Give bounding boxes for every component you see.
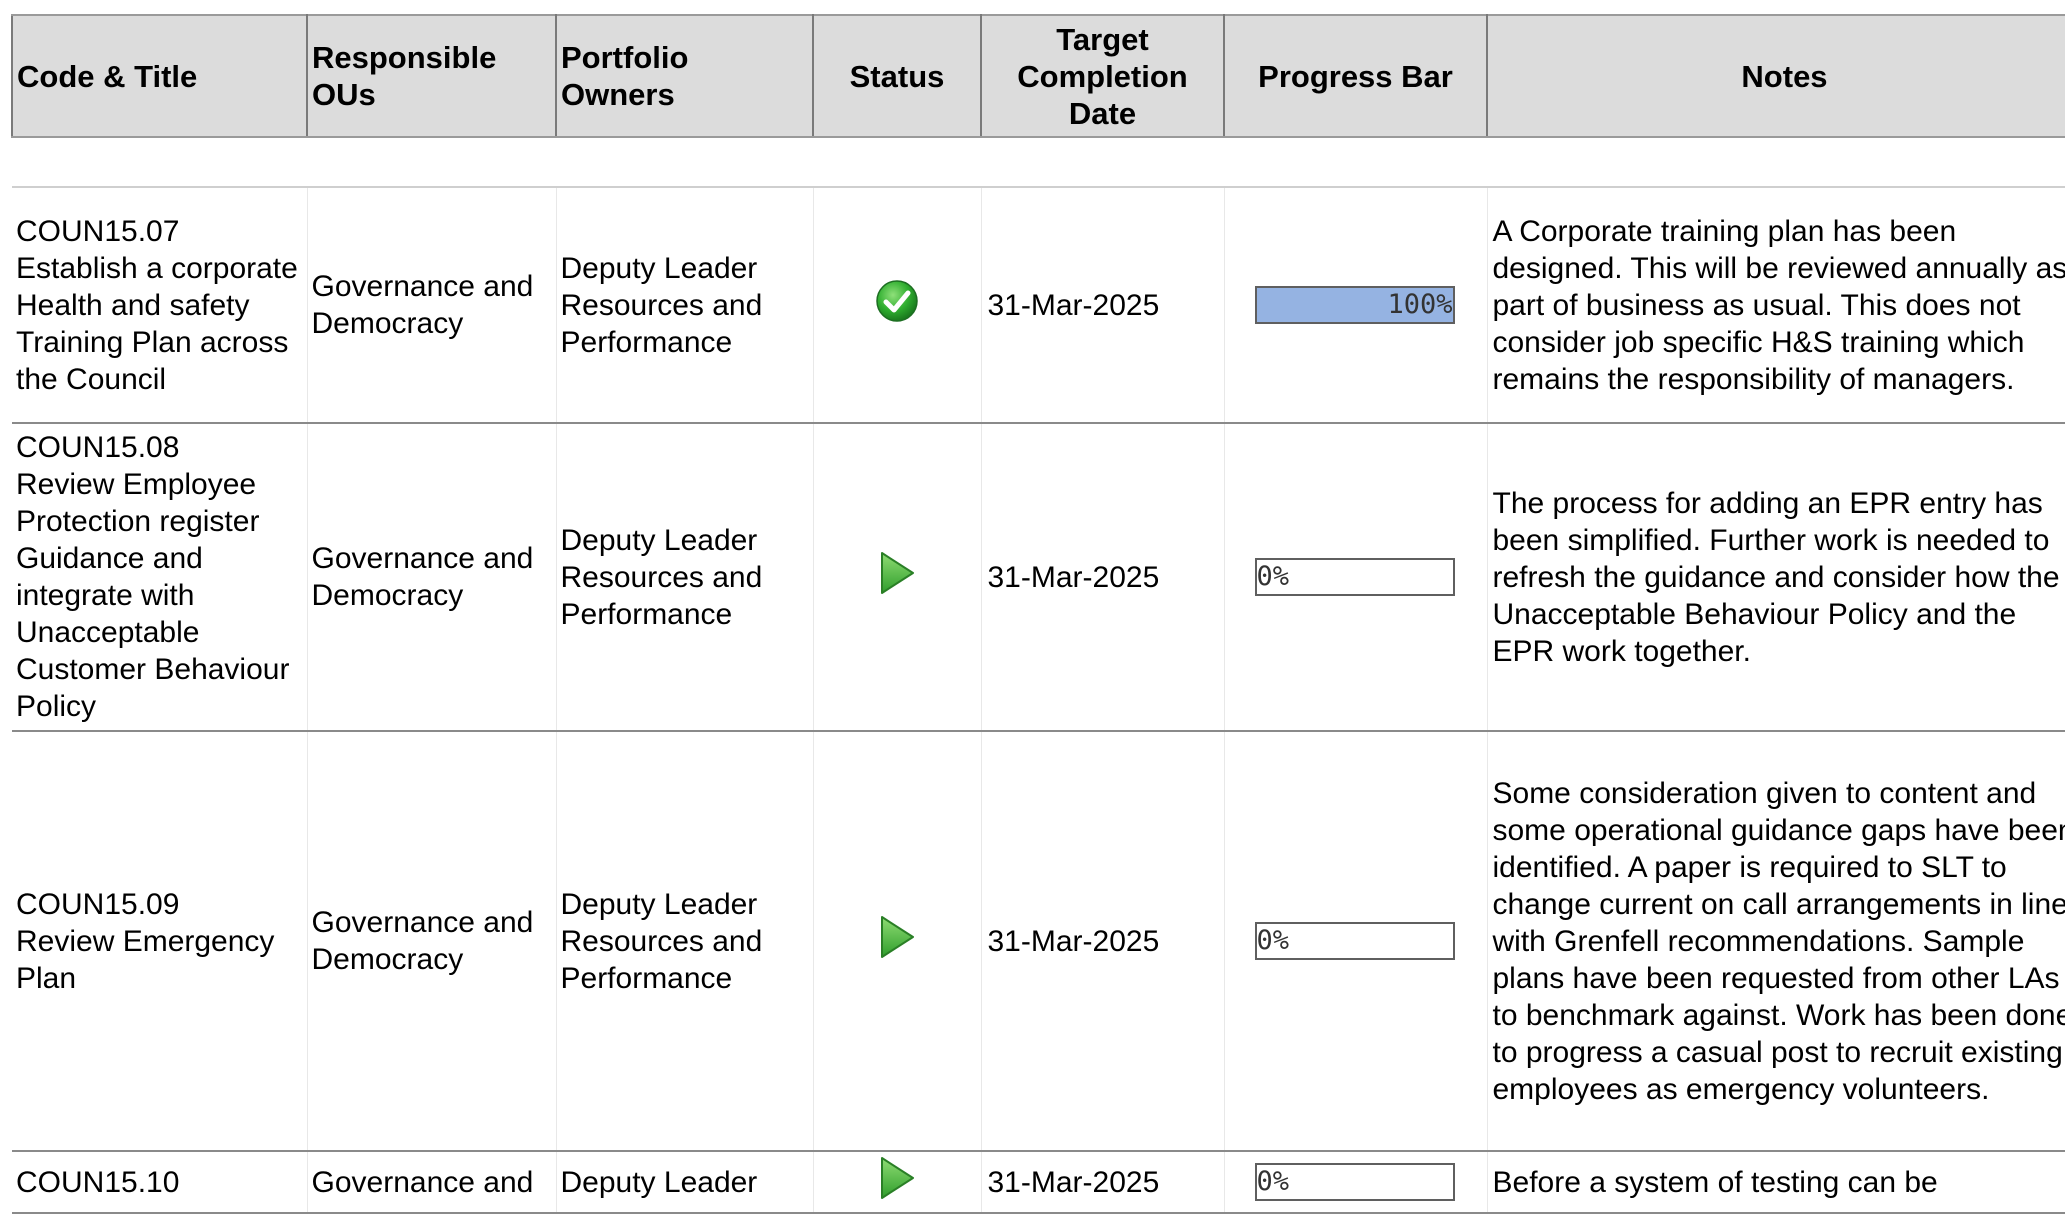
notes-cell: Some consideration given to content and … xyxy=(1486,731,2065,1152)
row-code: COUN15.07 xyxy=(16,214,180,248)
code-title-cell: COUN15.08 Review Employee Protection reg… xyxy=(12,423,307,732)
target-date-cell: 31-Mar-2025 xyxy=(980,731,1224,1152)
row-code: COUN15.08 xyxy=(16,431,180,464)
action-plan-table: Code & Title Responsible OUs Portfolio O… xyxy=(11,14,2065,1214)
responsible-ous-cell: Governance and Democracy xyxy=(306,423,556,732)
portfolio-owners-cell: Deputy Leader xyxy=(555,1151,813,1214)
progress-cell: 0% xyxy=(1223,731,1487,1152)
status-cell xyxy=(812,731,981,1152)
header-code-title: Code & Title xyxy=(11,14,308,138)
target-date-cell: 31-Mar-2025 xyxy=(980,187,1224,424)
status-cell xyxy=(812,1151,981,1214)
progress-label: 100% xyxy=(1387,289,1453,320)
spacer-row xyxy=(12,137,2065,188)
play-triangle-icon xyxy=(877,1155,917,1210)
portfolio-owners-cell: Deputy Leader Resources and Performance xyxy=(555,423,813,732)
table-row: COUN15.09 Review Emergency Plan Governan… xyxy=(12,731,2065,1152)
table-row: COUN15.07 Establish a corporate Health a… xyxy=(12,187,2065,424)
code-title-cell: COUN15.10 xyxy=(12,1151,307,1214)
header-row: Code & Title Responsible OUs Portfolio O… xyxy=(11,14,2065,138)
progress-label: 0% xyxy=(1256,925,1290,956)
portfolio-owners-cell: Deputy Leader Resources and Performance xyxy=(555,187,813,424)
notes-cell: The process for adding an EPR entry has … xyxy=(1486,423,2065,732)
row-title: Review Employee Protection register Guid… xyxy=(16,468,290,723)
header-progress-bar: Progress Bar xyxy=(1223,14,1488,138)
progress-bar: 0% xyxy=(1254,558,1455,596)
header-notes: Notes xyxy=(1486,14,2065,138)
play-triangle-icon xyxy=(877,550,917,605)
row-code: COUN15.09 xyxy=(16,887,180,921)
progress-label: 0% xyxy=(1256,1166,1290,1197)
progress-cell: 100% xyxy=(1223,187,1487,424)
notes-cell: A Corporate training plan has been desig… xyxy=(1486,187,2065,424)
responsible-ous-cell: Governance and xyxy=(306,1151,556,1214)
responsible-ous-cell: Governance and Democracy xyxy=(306,731,556,1152)
table-row: COUN15.10 Governance and Deputy Leader 3… xyxy=(12,1151,2065,1214)
progress-bar: 100% xyxy=(1254,286,1455,324)
header-status: Status xyxy=(812,14,982,138)
row-code: COUN15.10 xyxy=(16,1165,180,1199)
progress-cell: 0% xyxy=(1223,423,1487,732)
check-circle-icon xyxy=(875,279,919,332)
progress-bar: 0% xyxy=(1254,922,1455,960)
progress-cell: 0% xyxy=(1223,1151,1487,1214)
progress-bar: 0% xyxy=(1254,1163,1455,1201)
status-cell xyxy=(812,187,981,424)
header-target-date: Target Completion Date xyxy=(980,14,1225,138)
code-title-cell: COUN15.09 Review Emergency Plan xyxy=(12,731,307,1152)
target-date-cell: 31-Mar-2025 xyxy=(980,423,1224,732)
portfolio-owners-cell: Deputy Leader Resources and Performance xyxy=(555,731,813,1152)
notes-cell: Before a system of testing can be xyxy=(1486,1151,2065,1214)
row-title: Review Emergency Plan xyxy=(16,924,275,995)
row-title: Establish a corporate Health and safety … xyxy=(16,251,298,396)
responsible-ous-cell: Governance and Democracy xyxy=(306,187,556,424)
table-row: COUN15.08 Review Employee Protection reg… xyxy=(12,423,2065,732)
code-title-cell: COUN15.07 Establish a corporate Health a… xyxy=(12,187,307,424)
progress-label: 0% xyxy=(1256,561,1290,592)
header-responsible-ous: Responsible OUs xyxy=(306,14,557,138)
status-cell xyxy=(812,423,981,732)
play-triangle-icon xyxy=(877,914,917,969)
header-portfolio-owners: Portfolio Owners xyxy=(555,14,814,138)
target-date-cell: 31-Mar-2025 xyxy=(980,1151,1224,1214)
